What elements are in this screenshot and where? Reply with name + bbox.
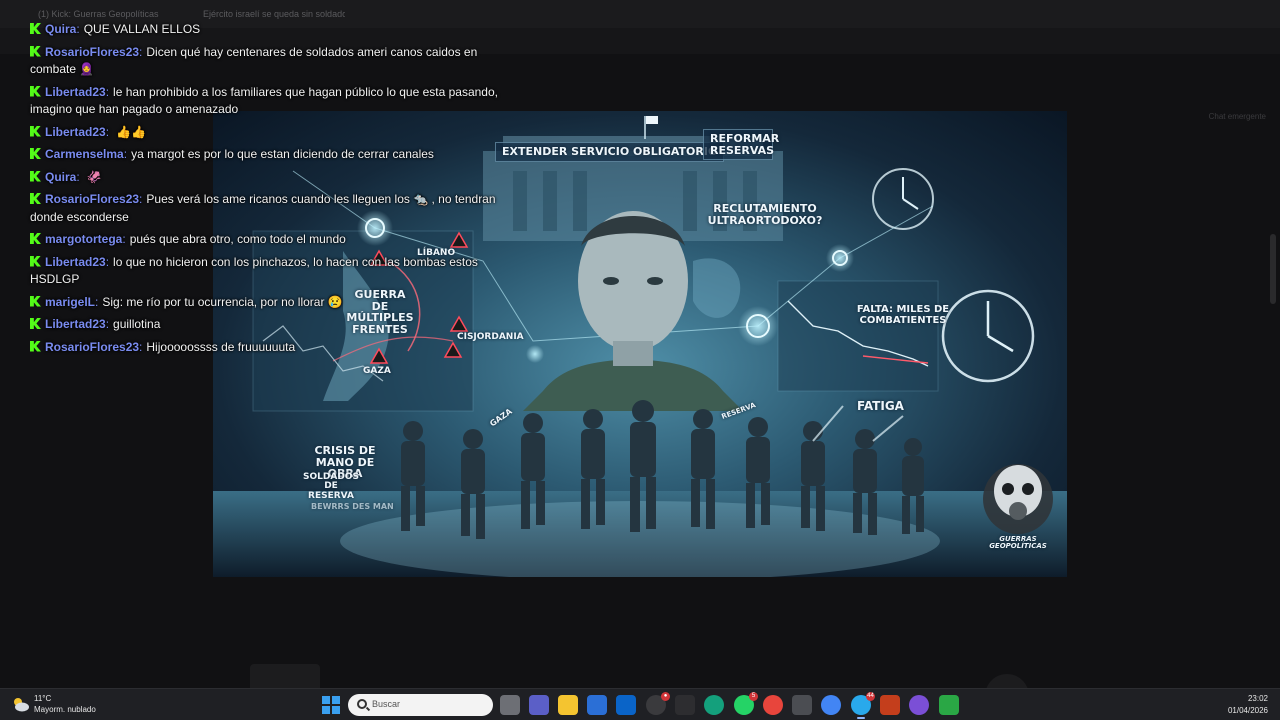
weather-description[interactable]: Mayorm. nublado bbox=[34, 705, 96, 714]
chat-overlay: Quira: QUE VALLAN ELLOS RosarioFlores23: Di… bbox=[30, 21, 500, 361]
kick-badge-icon bbox=[30, 233, 41, 244]
kick-badge-icon bbox=[30, 85, 41, 97]
chrome-profile-icon[interactable] bbox=[821, 695, 841, 715]
chat-message-text: Hijooooossss de fruuuuuuta bbox=[146, 339, 296, 354]
chat-message: Libertad23: guillotina bbox=[30, 316, 500, 334]
taskbar-search-box[interactable]: Buscar bbox=[348, 694, 493, 716]
chat-username[interactable]: marigelL bbox=[45, 295, 95, 309]
chat-username[interactable]: Quira bbox=[45, 170, 76, 184]
channel-logo-text: GUERRAS GEOPOLÍTICAS bbox=[989, 535, 1047, 551]
chat-separator: : bbox=[76, 22, 80, 36]
chat-username[interactable]: Libertad23 bbox=[45, 85, 106, 99]
chat-username[interactable]: Libertad23 bbox=[45, 125, 106, 139]
chat-separator: : bbox=[123, 147, 128, 161]
obs-icon[interactable] bbox=[909, 695, 929, 715]
camtasia-icon[interactable] bbox=[939, 695, 959, 715]
chat-separator: : bbox=[139, 339, 143, 354]
chat-username[interactable]: Carmenselma bbox=[45, 147, 124, 161]
chat-message: Carmenselma: ya margot es por lo que esta… bbox=[30, 146, 500, 164]
powerpoint-icon[interactable] bbox=[880, 695, 900, 715]
chat-message: Quira: QUE VALLAN ELLOS bbox=[30, 21, 500, 39]
chrome-icon[interactable] bbox=[763, 695, 783, 715]
scrollbar-thumb[interactable] bbox=[1270, 234, 1276, 304]
chat-message: RosarioFlores23: Pues verá los ame ricano… bbox=[30, 191, 500, 226]
chat-separator: : bbox=[139, 44, 143, 59]
weather-temperature[interactable]: 11°C bbox=[34, 694, 51, 703]
chat-message: Libertad23: lo que no hicieron con los pi… bbox=[30, 254, 500, 289]
chat-message-text: guillotina bbox=[113, 317, 161, 331]
search-icon bbox=[357, 699, 367, 709]
chat-message: marigelL: Sig: me río por tu ocurrencia, … bbox=[30, 294, 500, 312]
video-label-extender: EXTENDER SERVICIO OBLIGATORIO bbox=[495, 142, 725, 162]
chat-emote: 👍👍 bbox=[116, 124, 146, 139]
windows-taskbar: 11°C Mayorm. nublado Buscar ● 5 44 23:02… bbox=[0, 688, 1280, 720]
chat-username[interactable]: Libertad23 bbox=[45, 255, 106, 269]
chat-emote: 🧕 bbox=[79, 62, 94, 76]
video-label-reformar: REFORMAR RESERVAS bbox=[703, 129, 779, 161]
whatsapp-badge: 5 bbox=[749, 692, 758, 701]
kick-badge-icon bbox=[30, 193, 41, 204]
chat-message: margotortega: pués que abra otro, como to… bbox=[30, 231, 500, 249]
chat-message: RosarioFlores23: Dicen qué hay centenares… bbox=[30, 44, 500, 79]
chat-username[interactable]: Libertad23 bbox=[45, 317, 106, 331]
search-placeholder: Buscar bbox=[372, 699, 401, 709]
chat-separator: : bbox=[105, 317, 110, 331]
teams-icon[interactable] bbox=[529, 695, 549, 715]
chat-separator: : bbox=[95, 294, 99, 309]
chat-message-text: Sig: me río por tu ocurrencia, por no ll… bbox=[102, 294, 325, 309]
file-explorer-icon[interactable] bbox=[558, 695, 578, 715]
chat-message-text: QUE VALLAN ELLOS bbox=[83, 22, 201, 36]
kick-badge-icon bbox=[30, 148, 41, 159]
chat-message: Libertad23: le han prohibido a los famili… bbox=[30, 84, 500, 119]
chat-separator: : bbox=[105, 84, 110, 99]
kick-badge-icon bbox=[30, 295, 41, 307]
settings-icon[interactable] bbox=[792, 695, 812, 715]
side-panel-label: Chat emergente bbox=[1208, 112, 1266, 121]
video-label-falta: FALTA: MILES DE COMBATIENTES bbox=[856, 304, 950, 326]
chat-emote: 😢 bbox=[327, 294, 343, 309]
clock-date[interactable]: 01/04/2026 bbox=[1228, 706, 1268, 715]
kick-badge-icon bbox=[30, 255, 41, 267]
chat-username[interactable]: RosarioFlores23 bbox=[45, 340, 139, 354]
chat-separator: : bbox=[105, 254, 110, 269]
chat-username[interactable]: RosarioFlores23 bbox=[45, 45, 139, 59]
chat-message-text: pués que abra otro, como todo el mundo bbox=[129, 232, 346, 246]
chat-message: Quira: 🦑 bbox=[30, 169, 500, 187]
clock-time[interactable]: 23:02 bbox=[1248, 694, 1268, 703]
microsoft-store-icon[interactable] bbox=[587, 695, 607, 715]
notification-badge: ● bbox=[661, 692, 670, 701]
video-label-reclutamiento: RECLUTAMIENTO ULTRAORTODOXO? bbox=[707, 202, 823, 227]
video-label-blurred: BEWRRS DES MAN bbox=[311, 502, 394, 511]
recorder-icon[interactable]: ● bbox=[646, 692, 670, 715]
telegram-badge: 44 bbox=[866, 692, 875, 701]
kick-badge-icon bbox=[30, 45, 41, 57]
kick-badge-icon bbox=[30, 340, 41, 352]
chat-username[interactable]: Quira bbox=[45, 22, 76, 36]
telegram-icon[interactable]: 44 bbox=[851, 692, 875, 719]
edge-icon[interactable] bbox=[704, 695, 724, 715]
chat-username[interactable]: margotortega bbox=[45, 232, 122, 246]
chat-separator: : bbox=[105, 124, 110, 139]
chat-message: Libertad23: 👍👍 bbox=[30, 124, 500, 142]
chat-message-text: ya margot es por lo que estan diciendo d… bbox=[131, 147, 434, 161]
video-label-soldados: SOLDADOS DE RESERVA bbox=[303, 472, 359, 501]
task-view-icon[interactable] bbox=[500, 695, 520, 715]
chat-separator: : bbox=[122, 232, 126, 246]
kick-badge-icon bbox=[30, 318, 41, 329]
kick-badge-icon bbox=[30, 23, 41, 34]
chat-separator: : bbox=[139, 192, 143, 206]
video-label-fatiga: FATIGA bbox=[857, 399, 904, 413]
capcut-icon[interactable] bbox=[675, 695, 695, 715]
partly-cloudy-icon[interactable] bbox=[10, 694, 30, 714]
windows-start-button[interactable] bbox=[322, 696, 340, 714]
kick-badge-icon bbox=[30, 125, 41, 137]
chat-username[interactable]: RosarioFlores23 bbox=[45, 192, 139, 206]
outlook-icon[interactable] bbox=[616, 695, 636, 715]
chat-separator: : bbox=[76, 169, 80, 184]
chat-emote: 🦑 bbox=[86, 169, 102, 184]
kick-badge-icon bbox=[30, 170, 41, 182]
chat-message: RosarioFlores23: Hijooooossss de fruuuuuu… bbox=[30, 339, 500, 357]
whatsapp-icon[interactable]: 5 bbox=[734, 692, 758, 715]
video-label-gaza: GAZA bbox=[363, 366, 391, 376]
